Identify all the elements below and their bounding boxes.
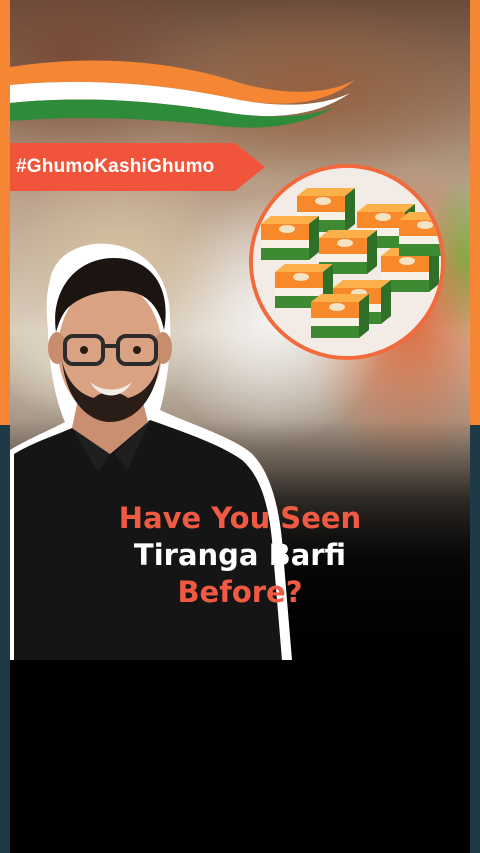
barfi-piece [311, 294, 369, 338]
headline-line-1: Have You Seen [118, 501, 362, 535]
headline: Have You Seen Tiranga Barfi Before? [10, 500, 470, 611]
indian-tricolor-swoosh-icon [10, 60, 355, 128]
headline-line-3: Before? [177, 575, 303, 609]
barfi-piece [399, 212, 441, 256]
right-accent-bar [470, 0, 480, 853]
left-accent-bar [0, 0, 10, 853]
hashtag-label: #GhumoKashiGhumo [16, 156, 215, 177]
video-frame: #GhumoKashiGhumo Have You Seen Tiranga B… [0, 0, 480, 853]
headline-line-2: Tiranga Barfi [133, 538, 347, 572]
